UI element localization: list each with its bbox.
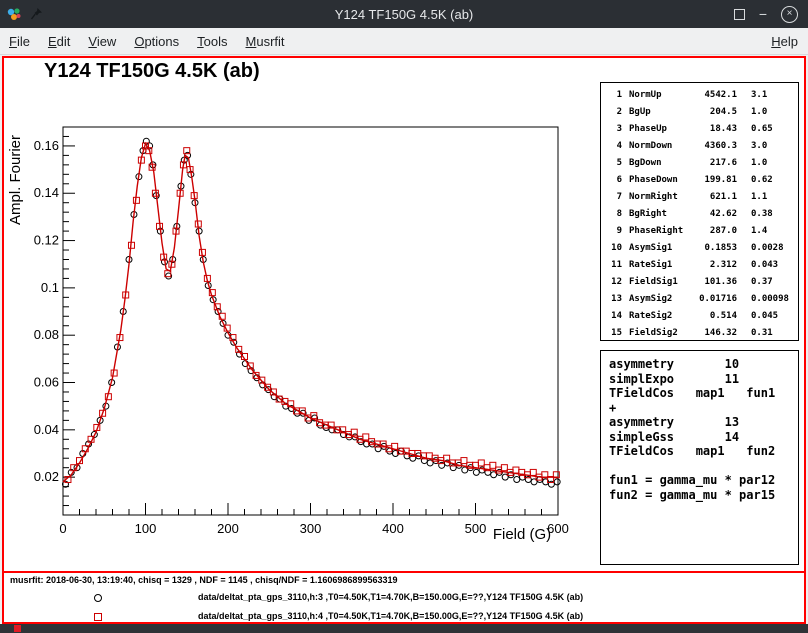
theory-line: simplExpo 11 xyxy=(609,372,798,387)
theory-box: asymmetry 10simplExpo 11TFieldCos map1 f… xyxy=(600,350,799,565)
theory-line xyxy=(609,459,798,474)
param-row: 3PhaseUp18.430.65 xyxy=(606,121,798,138)
theory-line: + xyxy=(609,401,798,416)
param-row: 8BgRight42.620.38 xyxy=(606,206,798,223)
circle-marker-icon xyxy=(92,592,104,604)
svg-text:0.04: 0.04 xyxy=(34,422,59,437)
param-row: 4NormDown4360.33.0 xyxy=(606,138,798,155)
svg-text:0.1: 0.1 xyxy=(41,280,59,295)
y-axis: 0.02 0.04 0.06 0.08 0.1 0.12 0.14 0.16 xyxy=(34,136,75,515)
fit-curve xyxy=(63,144,558,482)
menu-edit[interactable]: Edit xyxy=(39,34,79,49)
svg-text:0: 0 xyxy=(59,521,66,536)
menu-help[interactable]: Help xyxy=(761,34,808,49)
bottom-panel xyxy=(0,624,808,633)
menu-tools[interactable]: Tools xyxy=(188,34,236,49)
svg-text:0.14: 0.14 xyxy=(34,185,59,200)
svg-text:200: 200 xyxy=(217,521,239,536)
root-canvas[interactable]: Y124 TF150G 4.5K (ab) 010020030040050060… xyxy=(2,56,806,624)
legend-label: data/deltat_pta_gps_3110,h:3 ,T0=4.50K,T… xyxy=(198,592,583,602)
tray-icon[interactable] xyxy=(14,625,21,632)
theory-line: simpleGss 14 xyxy=(609,430,798,445)
param-row: 2BgUp204.51.0 xyxy=(606,104,798,121)
y-axis-title: Ampl. Fourier xyxy=(7,135,24,225)
menubar: File Edit View Options Tools Musrfit Hel… xyxy=(0,28,808,55)
param-row: 7NormRight621.11.1 xyxy=(606,189,798,206)
window-title: Y124 TF150G 4.5K (ab) xyxy=(335,7,474,22)
theory-line: asymmetry 13 xyxy=(609,415,798,430)
legend-label: data/deltat_pta_gps_3110,h:4 ,T0=4.50K,T… xyxy=(198,611,583,621)
svg-text:0.06: 0.06 xyxy=(34,375,59,390)
theory-line: fun2 = gamma_mu * par15 xyxy=(609,488,798,503)
menu-musrfit[interactable]: Musrfit xyxy=(237,34,294,49)
param-row: 11RateSig12.3120.043 xyxy=(606,257,798,274)
legend: data/deltat_pta_gps_3110,h:3 ,T0=4.50K,T… xyxy=(4,589,804,627)
menu-file[interactable]: File xyxy=(0,34,39,49)
svg-text:0.02: 0.02 xyxy=(34,469,59,484)
svg-text:400: 400 xyxy=(382,521,404,536)
fit-stats-line: musrfit: 2018-06-30, 13:19:40, chisq = 1… xyxy=(10,575,397,585)
minimize-icon[interactable]: − xyxy=(759,7,767,21)
param-row: 5BgDown217.61.0 xyxy=(606,155,798,172)
svg-text:500: 500 xyxy=(465,521,487,536)
series-squares xyxy=(65,143,559,483)
x-axis-title: Field (G) xyxy=(493,526,551,543)
maximize-icon[interactable] xyxy=(734,9,745,20)
svg-text:0.08: 0.08 xyxy=(34,327,59,342)
app-icon[interactable] xyxy=(6,6,22,22)
param-row: 14RateSig20.5140.045 xyxy=(606,308,798,325)
plot-canvas[interactable]: 01002003004005006000.020.040.060.080.10.… xyxy=(4,58,604,558)
param-row: 15FieldSig2146.320.31 xyxy=(606,325,798,341)
theory-line: asymmetry 10 xyxy=(609,357,798,372)
window-titlebar: Y124 TF150G 4.5K (ab) − × xyxy=(0,0,808,28)
param-row: 6PhaseDown199.810.62 xyxy=(606,172,798,189)
theory-line: TFieldCos map1 fun1 xyxy=(609,386,798,401)
theory-line: TFieldCos map1 fun2 xyxy=(609,444,798,459)
param-row: 1NormUp4542.13.1 xyxy=(606,87,798,104)
param-row: 9PhaseRight287.01.4 xyxy=(606,223,798,240)
close-icon[interactable]: × xyxy=(781,6,798,23)
square-marker-icon xyxy=(92,611,104,623)
svg-text:300: 300 xyxy=(300,521,322,536)
menu-view[interactable]: View xyxy=(79,34,125,49)
fit-parameter-box: 1NormUp4542.13.12BgUp204.51.03PhaseUp18.… xyxy=(600,82,799,341)
svg-text:0.16: 0.16 xyxy=(34,138,59,153)
theory-line: fun1 = gamma_mu * par12 xyxy=(609,473,798,488)
param-row: 12FieldSig1101.360.37 xyxy=(606,274,798,291)
legend-row: data/deltat_pta_gps_3110,h:3 ,T0=4.50K,T… xyxy=(4,589,804,608)
svg-text:100: 100 xyxy=(135,521,157,536)
info-pad: musrfit: 2018-06-30, 13:19:40, chisq = 1… xyxy=(4,571,804,622)
param-row: 13AsymSig20.017160.00098 xyxy=(606,291,798,308)
param-row: 10AsymSig10.18530.0028 xyxy=(606,240,798,257)
pin-icon[interactable] xyxy=(30,7,43,21)
menu-options[interactable]: Options xyxy=(125,34,188,49)
svg-text:0.12: 0.12 xyxy=(34,233,59,248)
